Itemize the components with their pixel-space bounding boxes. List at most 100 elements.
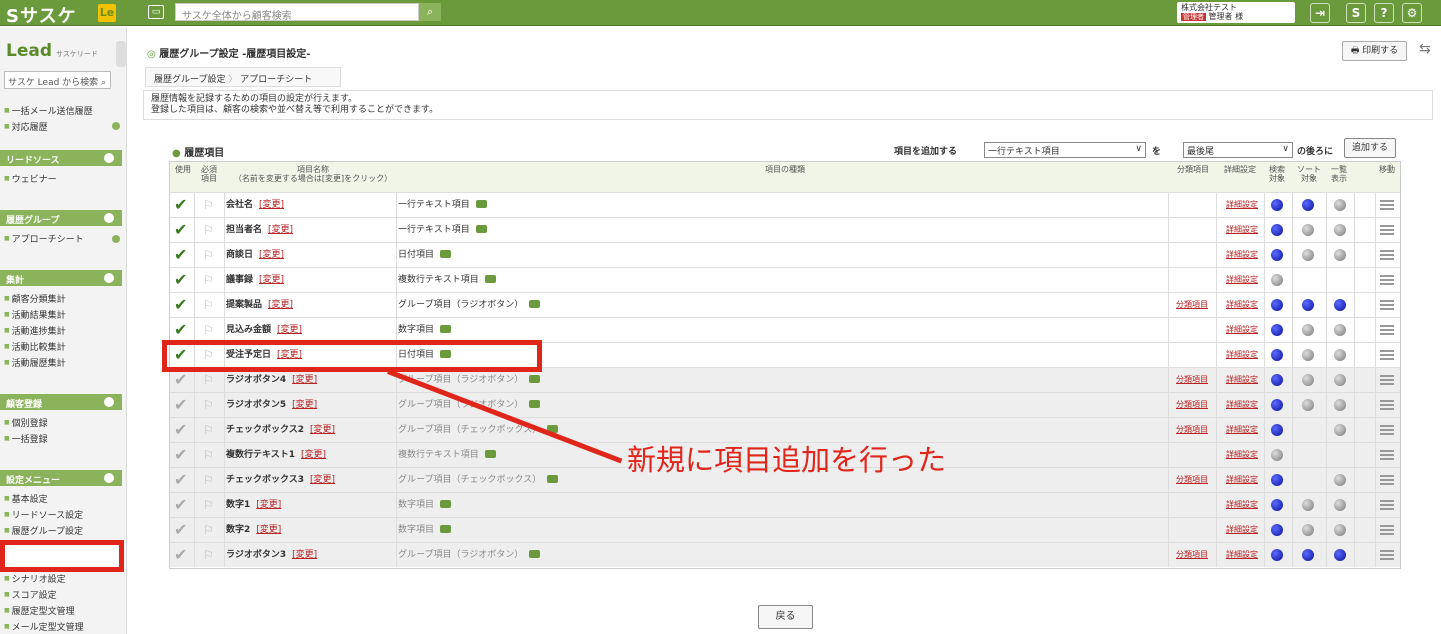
required-flag-icon[interactable]: ⚐ bbox=[203, 223, 214, 237]
drag-handle-icon[interactable] bbox=[1380, 550, 1394, 560]
drag-handle-icon[interactable] bbox=[1380, 475, 1394, 485]
comment-icon[interactable] bbox=[440, 500, 452, 508]
list-toggle-ball[interactable] bbox=[1334, 549, 1346, 561]
change-link[interactable]: [変更] bbox=[310, 425, 335, 435]
detail-link[interactable]: 詳細設定 bbox=[1226, 550, 1258, 559]
list-toggle-ball[interactable] bbox=[1334, 199, 1346, 211]
category-link[interactable]: 分類項目 bbox=[1176, 425, 1208, 434]
detail-link[interactable]: 詳細設定 bbox=[1226, 250, 1258, 259]
sidebar-item[interactable]: 履歴定型文管理 bbox=[4, 604, 75, 617]
detail-link[interactable]: 詳細設定 bbox=[1226, 450, 1258, 459]
list-toggle-ball[interactable] bbox=[1334, 399, 1346, 411]
required-flag-icon[interactable]: ⚐ bbox=[203, 198, 214, 212]
detail-link[interactable]: 詳細設定 bbox=[1226, 525, 1258, 534]
sidebar-item[interactable]: 活動進捗集計 bbox=[4, 324, 66, 337]
checkmark-icon[interactable]: ✔ bbox=[174, 472, 187, 488]
breadcrumb-item[interactable]: アプローチシート bbox=[228, 75, 312, 85]
sidebar-search-input[interactable]: サスケ Lead から検索 ⌕ bbox=[4, 71, 111, 89]
list-toggle-ball[interactable] bbox=[1334, 474, 1346, 486]
change-link[interactable]: [変更] bbox=[292, 400, 317, 410]
category-link[interactable]: 分類項目 bbox=[1176, 400, 1208, 409]
checkmark-icon[interactable]: ✔ bbox=[174, 497, 187, 513]
list-toggle-ball[interactable] bbox=[1334, 424, 1346, 436]
detail-link[interactable]: 詳細設定 bbox=[1226, 200, 1258, 209]
required-flag-icon[interactable]: ⚐ bbox=[203, 548, 214, 562]
sort-toggle-ball[interactable] bbox=[1302, 549, 1314, 561]
drag-handle-icon[interactable] bbox=[1380, 450, 1394, 460]
sidebar-item[interactable]: リードソース設定 bbox=[4, 508, 84, 521]
search-toggle-ball[interactable] bbox=[1271, 499, 1283, 511]
detail-link[interactable]: 詳細設定 bbox=[1226, 400, 1258, 409]
category-link[interactable]: 分類項目 bbox=[1176, 300, 1208, 309]
collapse-icon[interactable] bbox=[104, 397, 114, 407]
sidebar-item[interactable]: アプローチシート bbox=[4, 232, 84, 245]
comment-icon[interactable] bbox=[529, 400, 541, 408]
search-toggle-ball[interactable] bbox=[1271, 349, 1283, 361]
list-toggle-ball[interactable] bbox=[1334, 299, 1346, 311]
list-toggle-ball[interactable] bbox=[1334, 349, 1346, 361]
sort-toggle-ball[interactable] bbox=[1302, 374, 1314, 386]
checkmark-icon[interactable]: ✔ bbox=[174, 422, 187, 438]
search-toggle-ball[interactable] bbox=[1271, 449, 1283, 461]
required-flag-icon[interactable]: ⚐ bbox=[203, 473, 214, 487]
comment-icon[interactable] bbox=[475, 200, 487, 208]
position-select[interactable]: 最後尾 bbox=[1183, 142, 1293, 158]
drag-handle-icon[interactable] bbox=[1380, 200, 1394, 210]
required-flag-icon[interactable]: ⚐ bbox=[203, 248, 214, 262]
checkmark-icon[interactable]: ✔ bbox=[174, 322, 187, 338]
search-icon[interactable]: ⌕ bbox=[419, 3, 441, 21]
sidebar-section-3[interactable]: 顧客登録 bbox=[0, 394, 122, 410]
detail-link[interactable]: 詳細設定 bbox=[1226, 375, 1258, 384]
help-icon[interactable]: ? bbox=[1374, 3, 1394, 23]
sasuke-icon[interactable]: S bbox=[1346, 3, 1366, 23]
collapse-icon[interactable] bbox=[104, 153, 114, 163]
drag-handle-icon[interactable] bbox=[1380, 500, 1394, 510]
refresh-icon[interactable]: ⇆ bbox=[1419, 41, 1431, 57]
drag-handle-icon[interactable] bbox=[1380, 400, 1394, 410]
add-icon[interactable] bbox=[112, 122, 120, 130]
back-button[interactable]: 戻る bbox=[758, 605, 813, 629]
sidebar-collapse-handle[interactable] bbox=[116, 41, 126, 67]
collapse-icon[interactable] bbox=[104, 473, 114, 483]
search-toggle-ball[interactable] bbox=[1271, 299, 1283, 311]
sidebar-item[interactable]: スコア設定 bbox=[4, 588, 57, 601]
search-toggle-ball[interactable] bbox=[1271, 274, 1283, 286]
change-link[interactable]: [変更] bbox=[259, 200, 284, 210]
comment-icon[interactable] bbox=[440, 250, 452, 258]
comment-icon[interactable] bbox=[547, 475, 559, 483]
required-flag-icon[interactable]: ⚐ bbox=[203, 398, 214, 412]
list-toggle-ball[interactable] bbox=[1334, 374, 1346, 386]
sort-toggle-ball[interactable] bbox=[1302, 399, 1314, 411]
search-toggle-ball[interactable] bbox=[1271, 474, 1283, 486]
change-link[interactable]: [変更] bbox=[292, 375, 317, 385]
change-link[interactable]: [変更] bbox=[310, 475, 335, 485]
sidebar-item[interactable]: シナリオ設定 bbox=[4, 572, 66, 585]
sidebar-section-2[interactable]: 集計 bbox=[0, 270, 122, 286]
checkmark-icon[interactable]: ✔ bbox=[174, 372, 187, 388]
change-link[interactable]: [変更] bbox=[259, 250, 284, 260]
add-icon[interactable] bbox=[112, 235, 120, 243]
sidebar-item[interactable]: 一括登録 bbox=[4, 432, 48, 445]
sidebar-item[interactable]: 活動結果集計 bbox=[4, 308, 66, 321]
detail-link[interactable]: 詳細設定 bbox=[1226, 350, 1258, 359]
sidebar-item[interactable]: ウェビナー bbox=[4, 172, 57, 185]
logout-icon[interactable]: ⇥ bbox=[1310, 3, 1330, 23]
sort-toggle-ball[interactable] bbox=[1302, 324, 1314, 336]
change-link[interactable]: [変更] bbox=[277, 325, 302, 335]
checkmark-icon[interactable]: ✔ bbox=[174, 197, 187, 213]
screen-icon[interactable]: ▭ bbox=[148, 5, 164, 19]
drag-handle-icon[interactable] bbox=[1380, 325, 1394, 335]
sort-toggle-ball[interactable] bbox=[1302, 224, 1314, 236]
collapse-icon[interactable] bbox=[104, 213, 114, 223]
list-toggle-ball[interactable] bbox=[1334, 499, 1346, 511]
change-link[interactable]: [変更] bbox=[292, 550, 317, 560]
lead-app-icon[interactable]: Le bbox=[98, 4, 116, 22]
sidebar-item[interactable]: 対応履歴 bbox=[4, 120, 48, 133]
drag-handle-icon[interactable] bbox=[1380, 250, 1394, 260]
drag-handle-icon[interactable] bbox=[1380, 275, 1394, 285]
required-flag-icon[interactable]: ⚐ bbox=[203, 273, 214, 287]
sort-toggle-ball[interactable] bbox=[1302, 199, 1314, 211]
checkmark-icon[interactable]: ✔ bbox=[174, 247, 187, 263]
detail-link[interactable]: 詳細設定 bbox=[1226, 500, 1258, 509]
sidebar-item[interactable]: 顧客分類集計 bbox=[4, 292, 66, 305]
